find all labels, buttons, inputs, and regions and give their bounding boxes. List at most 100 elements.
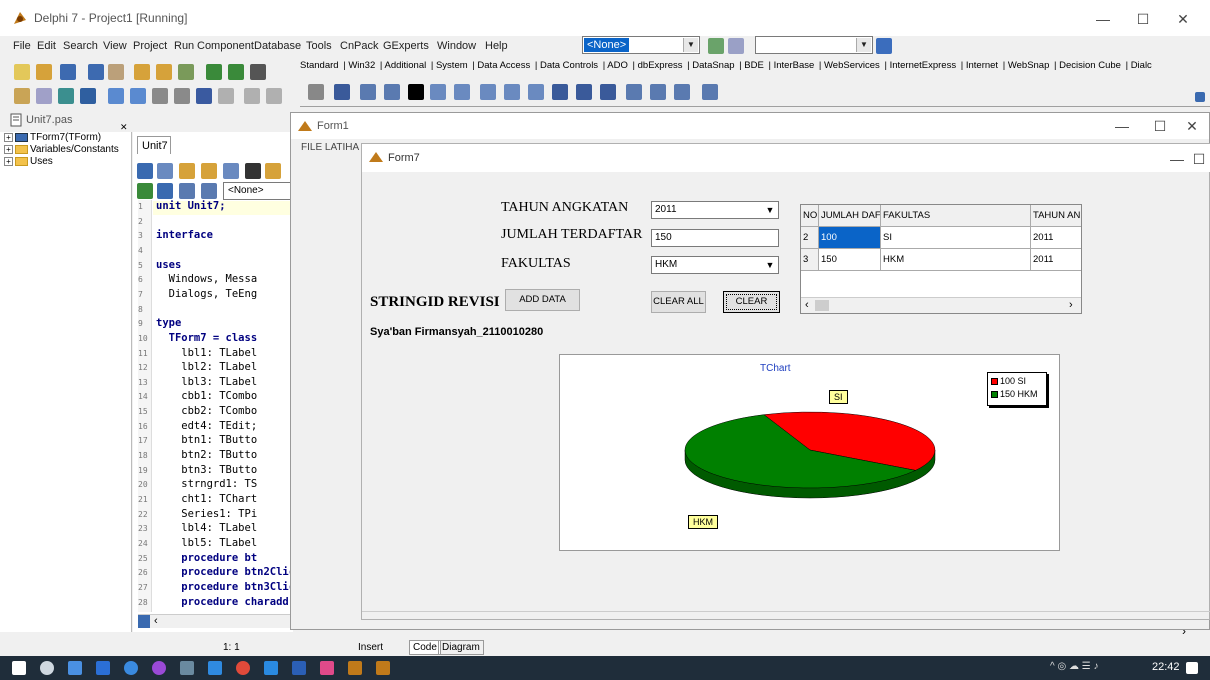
remove-file-icon[interactable]: [156, 64, 172, 80]
string-grid[interactable]: NO JUMLAH DAFT FAKULTAS TAHUN AN 2 100 S…: [800, 204, 1082, 314]
code-line[interactable]: cbb1: TCombo: [156, 390, 257, 402]
save-all-icon[interactable]: [88, 64, 104, 80]
clear-button[interactable]: CLEAR: [723, 291, 780, 313]
editor-scope-combo[interactable]: <None>: [223, 182, 293, 200]
menu-cnpack[interactable]: CnPack: [340, 40, 379, 52]
groupbox-icon[interactable]: [626, 84, 642, 100]
app-icon[interactable]: [152, 661, 166, 675]
pause-icon[interactable]: [196, 88, 212, 104]
grid-cell[interactable]: 2011: [1031, 249, 1081, 271]
vscode-icon[interactable]: [208, 661, 222, 675]
menu-view[interactable]: View: [103, 40, 127, 52]
radiobutton-icon[interactable]: [528, 84, 544, 100]
step-icon[interactable]: [228, 64, 244, 80]
view-unit-icon[interactable]: [14, 88, 30, 104]
menu-component[interactable]: Component: [197, 40, 254, 52]
menu-project[interactable]: Project: [133, 40, 167, 52]
fakultas-combo[interactable]: HKM ▼: [651, 256, 779, 274]
label-icon[interactable]: [408, 84, 424, 100]
run-icon[interactable]: [206, 64, 222, 80]
step-over-icon[interactable]: [130, 88, 146, 104]
toolbar-icon[interactable]: [876, 38, 892, 54]
code-line[interactable]: btn1: TButto: [156, 434, 257, 446]
grid-cell[interactable]: 2011: [1031, 227, 1081, 249]
checkbox-icon[interactable]: [504, 84, 520, 100]
add-data-button[interactable]: ADD DATA: [505, 289, 580, 311]
form7-maximize-button[interactable]: ☐: [1188, 146, 1210, 172]
grid-cell[interactable]: 2: [801, 227, 819, 249]
open-project-icon[interactable]: [108, 64, 124, 80]
editor-tool-icon[interactable]: [137, 183, 153, 199]
code-line[interactable]: unit Unit7;: [156, 200, 226, 212]
palette-tab-bde[interactable]: BDE: [744, 60, 764, 71]
tree-node-uses[interactable]: + Uses: [4, 156, 53, 167]
grid-hscroll[interactable]: ‹ ›: [801, 297, 1081, 313]
app-icon[interactable]: [124, 661, 138, 675]
expand-icon[interactable]: +: [4, 144, 13, 154]
radiogroup-icon[interactable]: [650, 84, 666, 100]
app-icon[interactable]: [320, 661, 334, 675]
button-icon[interactable]: [480, 84, 496, 100]
tchart[interactable]: TChart 100 SI 150 HKM SI HKM: [559, 354, 1060, 551]
code-line[interactable]: strngrd1: TS: [156, 478, 257, 490]
scroll-left-icon[interactable]: ‹: [154, 615, 158, 627]
code-line[interactable]: Series1: TPi: [156, 508, 257, 520]
code-line[interactable]: btn2: TButto: [156, 449, 257, 461]
palette-tab-dialogs[interactable]: Dialc: [1131, 60, 1152, 71]
palette-tab-decision-cube[interactable]: Decision Cube: [1059, 60, 1121, 71]
toggle-icon[interactable]: [58, 88, 74, 104]
editor-hscroll[interactable]: ‹: [138, 614, 293, 628]
code-line[interactable]: Dialogs, TeEng: [156, 288, 258, 300]
delphi-task-icon[interactable]: [348, 661, 362, 675]
search-icon[interactable]: [40, 661, 54, 675]
view-form-icon[interactable]: [36, 88, 52, 104]
code-line[interactable]: TForm7 = class: [156, 332, 258, 344]
code-line[interactable]: uses: [156, 259, 181, 271]
editor-tool-icon[interactable]: [201, 163, 217, 179]
code-line[interactable]: type: [156, 317, 181, 329]
palette-scroll-icon[interactable]: [1195, 92, 1205, 102]
frame-icon[interactable]: [334, 84, 350, 100]
code-line[interactable]: Windows, Messa: [156, 273, 258, 285]
palette-tab-websnap[interactable]: WebSnap: [1008, 60, 1050, 71]
delphi-task-icon[interactable]: [376, 661, 390, 675]
app-icon[interactable]: [180, 661, 194, 675]
check-icon[interactable]: [178, 64, 194, 80]
trace-icon[interactable]: [108, 88, 124, 104]
palette-tab-webservices[interactable]: WebServices: [824, 60, 880, 71]
grid-cell-selected[interactable]: 100: [819, 227, 881, 249]
system-tray[interactable]: ^ ◎ ☁ ☰ ♪: [1050, 661, 1150, 675]
editor-tool-icon[interactable]: [179, 163, 195, 179]
word-icon[interactable]: [292, 661, 306, 675]
close-icon[interactable]: ✕: [120, 122, 128, 133]
menu-help[interactable]: Help: [485, 40, 508, 52]
menu-file[interactable]: File: [13, 40, 31, 52]
toolbar-icon[interactable]: [708, 38, 724, 54]
stop-icon[interactable]: [218, 88, 234, 104]
chrome-icon[interactable]: [236, 661, 250, 675]
expand-icon[interactable]: +: [4, 132, 13, 142]
taskbar-clock[interactable]: 22:42: [1152, 661, 1180, 673]
jumlah-input[interactable]: 150: [651, 229, 779, 247]
clear-all-button[interactable]: CLEAR ALL: [651, 291, 706, 313]
tab-code[interactable]: Code: [409, 640, 441, 655]
palette-tab-ado[interactable]: ADO: [607, 60, 628, 71]
code-line[interactable]: lbl2: TLabel: [156, 361, 257, 373]
mainmenu-icon[interactable]: [360, 84, 376, 100]
palette-tab-datasnap[interactable]: DataSnap: [692, 60, 734, 71]
menu-edit[interactable]: Edit: [37, 40, 56, 52]
actionlist-icon[interactable]: [702, 84, 718, 100]
palette-tab-internetexpress[interactable]: InternetExpress: [890, 60, 957, 71]
app-icon[interactable]: [96, 661, 110, 675]
scroll-right-icon[interactable]: ›: [1069, 299, 1073, 311]
tool-icon[interactable]: [266, 88, 282, 104]
form1-close-button[interactable]: ✕: [1169, 113, 1210, 139]
menu-window[interactable]: Window: [437, 40, 476, 52]
code-line[interactable]: btn3: TButto: [156, 464, 257, 476]
editor-tool-icon[interactable]: [137, 163, 153, 179]
editor-tool-icon[interactable]: [157, 183, 173, 199]
editor-tool-icon[interactable]: [223, 163, 239, 179]
dropdown-icon[interactable]: [174, 88, 190, 104]
pointer-icon[interactable]: [308, 84, 324, 100]
editor-tab-unit7[interactable]: Unit7: [137, 136, 171, 154]
